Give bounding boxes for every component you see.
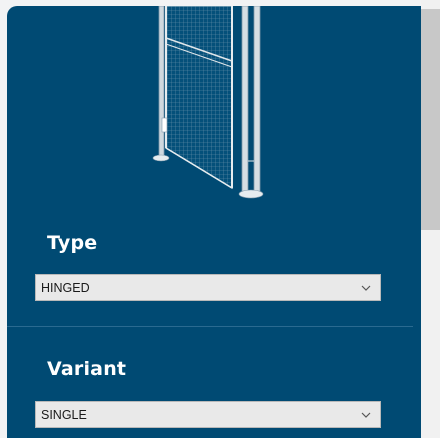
type-select-value: HINGED — [41, 280, 90, 295]
gate-product-image — [152, 6, 264, 199]
variant-select[interactable]: SINGLE — [35, 401, 381, 428]
variant-label: Variant — [47, 358, 127, 380]
configurator-panel: Type HINGED Variant SINGLE — [7, 6, 421, 438]
type-select[interactable]: HINGED — [35, 274, 381, 301]
type-label: Type — [47, 232, 98, 254]
section-divider — [7, 326, 413, 327]
chevron-down-icon — [361, 412, 371, 418]
variant-select-value: SINGLE — [41, 407, 87, 422]
chevron-down-icon — [361, 285, 371, 291]
scrollbar-thumb[interactable] — [421, 9, 440, 230]
